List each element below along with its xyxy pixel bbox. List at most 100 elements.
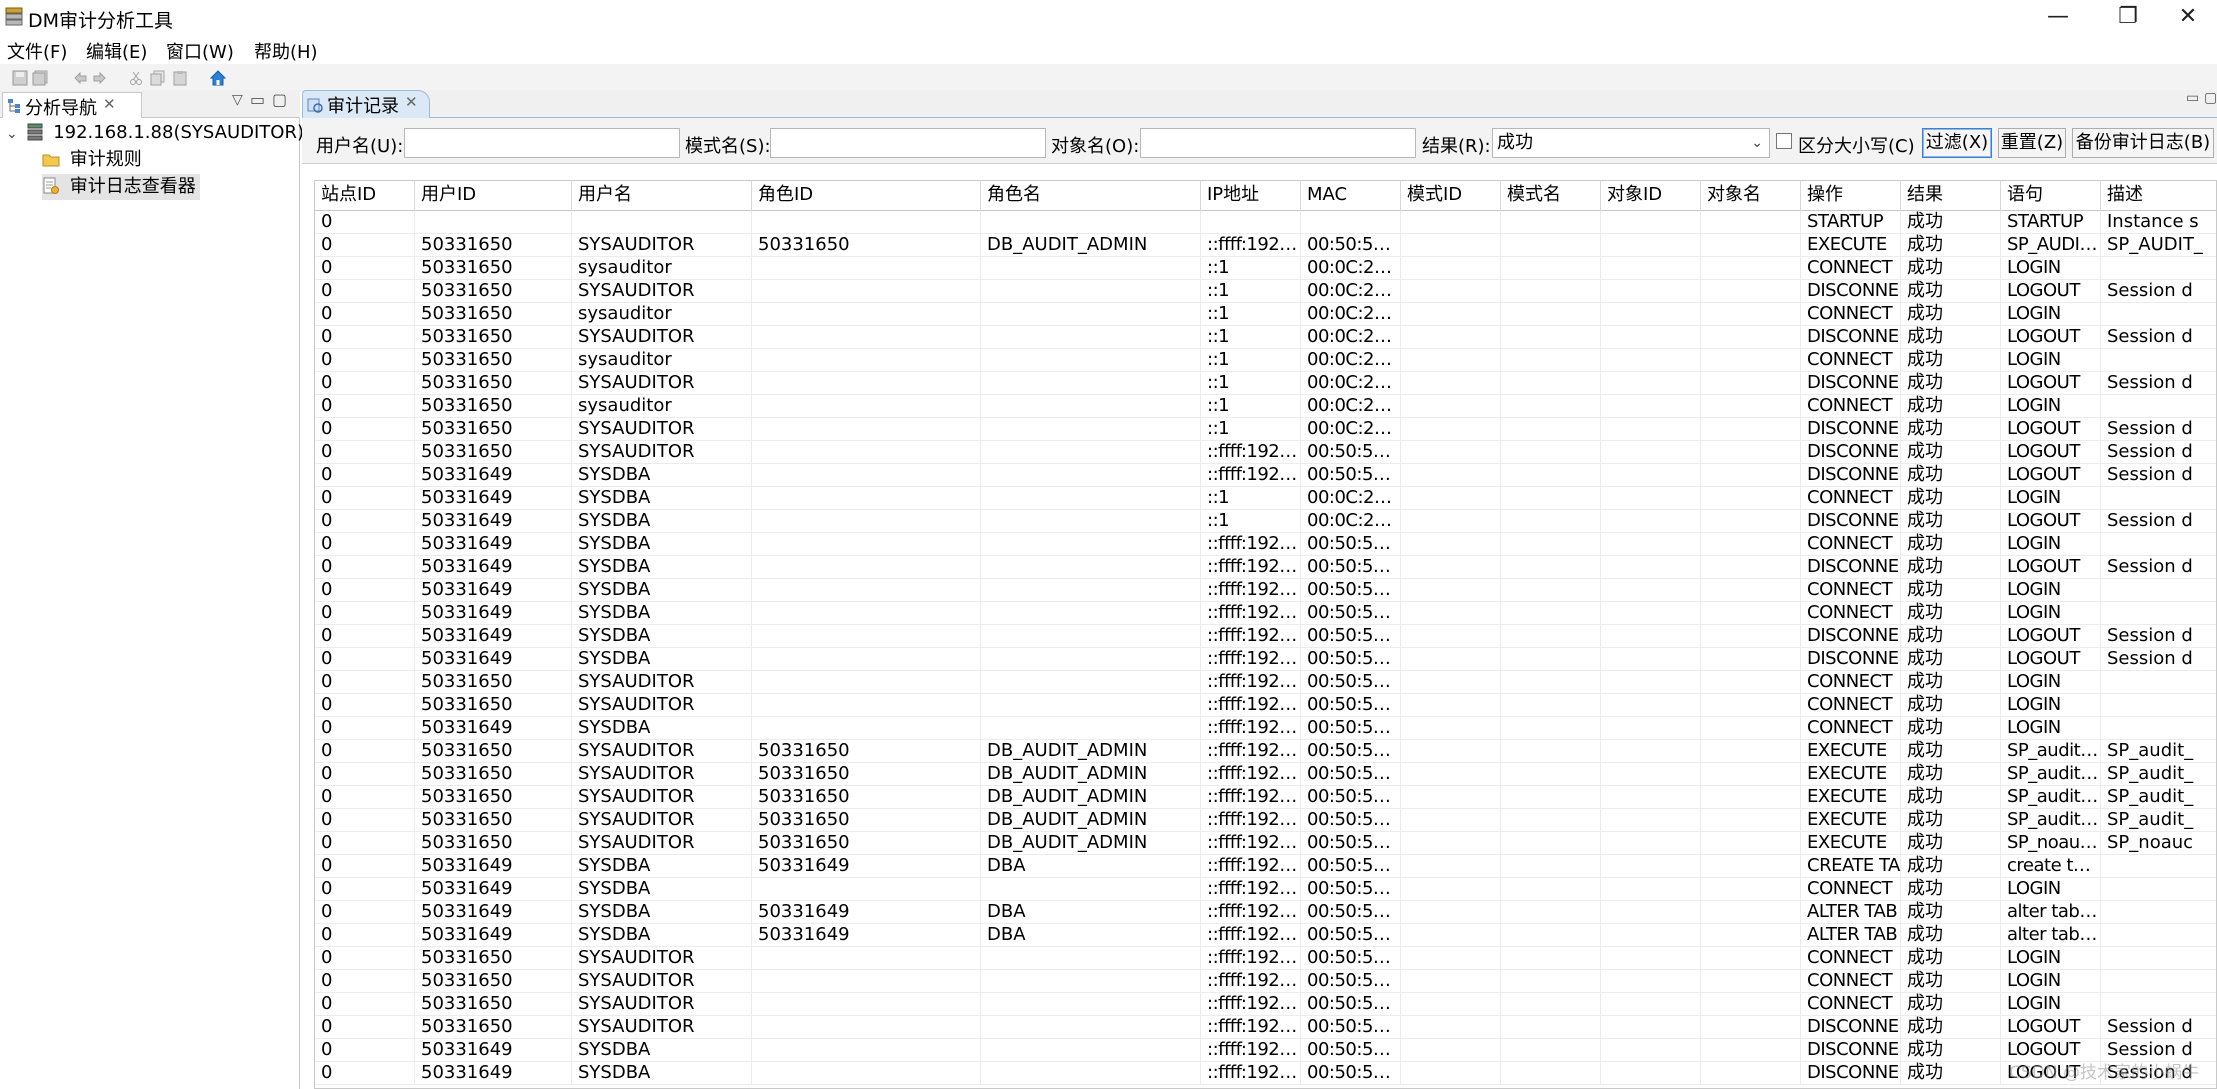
table-row[interactable]: 0 50331649 SYSDBA 50331649 DBA::ffff:192.1..… <box>315 855 2216 878</box>
table-row[interactable]: 0 50331650 sysauditor::1 00:0C:29:B. CONNECT… <box>315 303 2216 326</box>
table-row[interactable]: 0 50331650 SYSAUDITOR::ffff:192.1... 00:50:… <box>315 970 2216 993</box>
case-sensitive-checkbox[interactable] <box>1776 133 1792 149</box>
maximize-view-icon[interactable]: ▢ <box>2204 90 2217 106</box>
reset-button[interactable]: 重置(Z) <box>1998 128 2066 158</box>
table-row[interactable]: 0 50331650 SYSAUDITOR::ffff:192.1... 00:50:… <box>315 947 2216 970</box>
undo-icon[interactable] <box>72 70 88 86</box>
column-header[interactable]: 语句 <box>2001 181 2101 211</box>
table-row[interactable]: 0 50331650 SYSAUDITOR 50331650 DB_AUDIT_ADMI… <box>315 234 2216 257</box>
minimize-button[interactable]: — <box>2028 0 2088 36</box>
filter-button[interactable]: 过滤(X) <box>1922 128 1992 158</box>
table-row[interactable]: 0 50331649 SYSDBA::ffff:192.1... 00:50:56:C… <box>315 625 2216 648</box>
column-header[interactable]: 用户名 <box>572 181 752 211</box>
menu-file[interactable]: 文件(F) <box>7 38 67 64</box>
table-row[interactable]: 0 50331650 SYSAUDITOR::1 00:0C:29:B. DISCONN… <box>315 280 2216 303</box>
menu-edit[interactable]: 编辑(E) <box>86 38 147 64</box>
table-row[interactable]: 0 50331649 SYSDBA::ffff:192.1... 00:50:56:C… <box>315 1039 2216 1062</box>
table-cell <box>752 1016 981 1039</box>
redo-icon[interactable] <box>92 70 108 86</box>
object-input[interactable] <box>1140 128 1416 158</box>
column-header[interactable]: 用户ID <box>415 181 572 211</box>
schema-input[interactable] <box>770 128 1046 158</box>
table-row[interactable]: 0 50331649 SYSDBA::ffff:192.1... 00:50:56:C… <box>315 648 2216 671</box>
table-row[interactable]: 0 50331649 SYSDBA::ffff:192.1... 00:50:56:C… <box>315 579 2216 602</box>
table-row[interactable]: 0 50331649 SYSDBA::ffff:192.1... 00:50:56:C… <box>315 464 2216 487</box>
column-header[interactable]: 模式ID <box>1401 181 1501 211</box>
tab-audit-records[interactable]: 审计记录 ✕ <box>302 90 430 118</box>
column-header[interactable]: 站点ID <box>315 181 415 211</box>
tree-node-audit-log-viewer[interactable]: 审计日志查看器 <box>42 174 200 200</box>
column-header[interactable]: MAC <box>1301 181 1401 211</box>
table-row[interactable]: 0 50331649 SYSDBA 50331649 DBA::ffff:192.1..… <box>315 924 2216 947</box>
table-row[interactable]: 0 50331649 SYSDBA::1 00:0C:29:B. CONNECT 成功 LO… <box>315 487 2216 510</box>
minimize-view-icon[interactable]: ▭ <box>2186 90 2199 106</box>
table-row[interactable]: 0 50331649 SYSDBA::ffff:192.1... 00:50:56:C… <box>315 556 2216 579</box>
table-row[interactable]: 0 50331650 sysauditor::1 00:0C:29:B. CONNECT… <box>315 349 2216 372</box>
table-row[interactable]: 0 50331650 SYSAUDITOR::1 00:0C:29:B. DISCONN… <box>315 418 2216 441</box>
tree-node-audit-rules[interactable]: 审计规则 <box>42 147 142 173</box>
table-row[interactable]: 0 50331650 SYSAUDITOR::ffff:192.1... 00:50:… <box>315 671 2216 694</box>
table-row[interactable]: 0 50331650 SYSAUDITOR::ffff:192.1... 00:50:… <box>315 441 2216 464</box>
user-input[interactable] <box>404 128 680 158</box>
table-row[interactable]: 0 50331649 SYSDBA::ffff:192.1... 00:50:56:C… <box>315 878 2216 901</box>
column-header[interactable]: 描述 <box>2101 181 2216 211</box>
table-cell: 00:50:56:C. <box>1301 947 1401 970</box>
table-row[interactable]: 0 50331649 SYSDBA::ffff:192.1... 00:50:56:C… <box>315 602 2216 625</box>
column-header[interactable]: 角色名 <box>981 181 1201 211</box>
table-row[interactable]: 0 50331650 SYSAUDITOR 50331650 DB_AUDIT_ADMI… <box>315 832 2216 855</box>
table-row[interactable]: 0 50331649 SYSDBA::1 00:0C:29:B. DISCONNE 成功 L… <box>315 510 2216 533</box>
table-row[interactable]: 0 STARTUP 成功 STARTUP Instance s <box>315 211 2216 234</box>
table-cell <box>981 533 1201 556</box>
close-button[interactable]: ✕ <box>2158 0 2217 36</box>
table-row[interactable]: 0 50331650 SYSAUDITOR::1 00:0C:29:B. DISCONN… <box>315 326 2216 349</box>
table-row[interactable]: 0 50331650 SYSAUDITOR 50331650 DB_AUDIT_ADMI… <box>315 809 2216 832</box>
maximize-view-icon[interactable]: ▢ <box>272 90 287 109</box>
table-cell <box>1501 671 1601 694</box>
paste-icon[interactable] <box>172 70 188 86</box>
table-row[interactable]: 0 50331650 SYSAUDITOR::ffff:192.1... 00:50:… <box>315 1016 2216 1039</box>
table-row[interactable]: 0 50331649 SYSDBA::ffff:192.1... 00:50:56:C… <box>315 717 2216 740</box>
copy-icon[interactable] <box>150 70 166 86</box>
table-cell: 50331649 <box>752 901 981 924</box>
home-icon[interactable] <box>210 70 226 86</box>
save-all-icon[interactable] <box>32 70 48 86</box>
table-row[interactable]: 0 50331650 sysauditor::1 00:0C:29:B. CONNECT… <box>315 257 2216 280</box>
column-header[interactable]: 模式名 <box>1501 181 1601 211</box>
table-cell: SYSDBA <box>572 855 752 878</box>
table-cell: SYSAUDITOR <box>572 671 752 694</box>
tab-analysis-nav[interactable]: 分析导航 ✕ <box>2 92 142 119</box>
table-cell <box>752 510 981 533</box>
backup-log-button[interactable]: 备份审计日志(B) <box>2072 128 2214 158</box>
table-row[interactable]: 0 50331650 SYSAUDITOR::ffff:192.1... 00:50:… <box>315 694 2216 717</box>
column-header[interactable]: 对象名 <box>1701 181 1801 211</box>
close-icon[interactable]: ✕ <box>103 95 116 113</box>
table-row[interactable]: 0 50331650 sysauditor::1 00:0C:29:B. CONNECT… <box>315 395 2216 418</box>
menu-window[interactable]: 窗口(W) <box>166 38 234 64</box>
minimize-view-icon[interactable]: ▭ <box>250 90 265 109</box>
table-row[interactable]: 0 50331650 SYSAUDITOR::1 00:0C:29:B. DISCONN… <box>315 372 2216 395</box>
result-select[interactable]: 成功 ⌄ <box>1492 128 1770 158</box>
save-icon[interactable] <box>12 70 28 86</box>
cut-icon[interactable] <box>128 70 144 86</box>
column-header[interactable]: 操作 <box>1801 181 1901 211</box>
restore-button[interactable]: ❐ <box>2098 0 2158 36</box>
table-row[interactable]: 0 50331649 SYSDBA 50331649 DBA::ffff:192.1..… <box>315 901 2216 924</box>
table-row[interactable]: 0 50331650 SYSAUDITOR 50331650 DB_AUDIT_ADMI… <box>315 786 2216 809</box>
column-header[interactable]: 角色ID <box>752 181 981 211</box>
column-header[interactable]: IP地址 <box>1201 181 1301 211</box>
view-menu-icon[interactable]: ▽ <box>232 92 243 108</box>
tree-node-server[interactable]: ⌄ 192.168.1.88(SYSAUDITOR) <box>6 120 304 146</box>
table-row[interactable]: 0 50331649 SYSDBA::ffff:192.1... 00:50:56:C… <box>315 533 2216 556</box>
table-row[interactable]: 0 50331650 SYSAUDITOR::ffff:192.1... 00:50:… <box>315 993 2216 1016</box>
table-cell <box>752 625 981 648</box>
table-row[interactable]: 0 50331650 SYSAUDITOR 50331650 DB_AUDIT_ADMI… <box>315 740 2216 763</box>
column-header[interactable]: 对象ID <box>1601 181 1701 211</box>
table-cell <box>1401 579 1501 602</box>
column-header[interactable]: 结果 <box>1901 181 2001 211</box>
collapse-arrow-icon[interactable]: ⌄ <box>6 126 18 142</box>
table-cell: 50331650 <box>415 395 572 418</box>
close-icon[interactable]: ✕ <box>405 93 418 111</box>
table-row[interactable]: 0 50331649 SYSDBA::ffff:192.1... 00:50:56:C… <box>315 1062 2216 1085</box>
menu-help[interactable]: 帮助(H) <box>254 38 318 64</box>
table-row[interactable]: 0 50331650 SYSAUDITOR 50331650 DB_AUDIT_ADMI… <box>315 763 2216 786</box>
